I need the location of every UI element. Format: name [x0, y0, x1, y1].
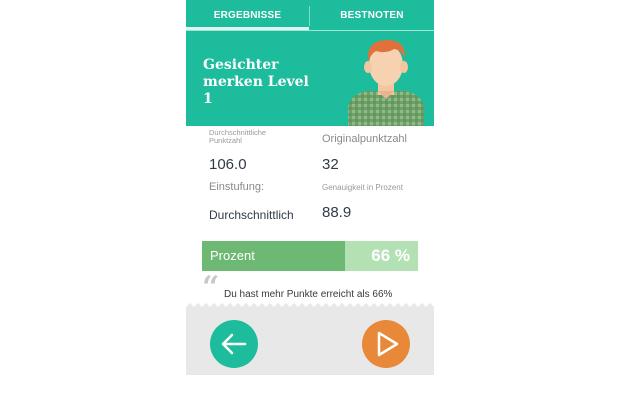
arrow-left-icon [221, 333, 247, 355]
percent-label: Prozent [210, 248, 255, 263]
tab-highscores[interactable]: BESTNOTEN [310, 0, 434, 31]
rating-value: Durchschnittlich [209, 208, 294, 222]
accuracy-label: Genauigkeit in Prozent [322, 183, 403, 192]
percent-bar: Prozent 66 % [202, 241, 418, 271]
game-title: Gesichter merken Level 1 [203, 57, 309, 107]
average-score-value: 106.0 [209, 156, 247, 173]
original-score-value: 32 [322, 156, 339, 173]
app-screen: ERGEBNISSE BESTNOTEN Gesichter merken Le… [186, 0, 434, 375]
tab-bar: ERGEBNISSE BESTNOTEN [186, 0, 434, 31]
accuracy-value: 88.9 [322, 204, 352, 221]
back-button[interactable] [210, 320, 258, 368]
average-score-label: Durchschnittliche Punktzahl [209, 128, 267, 145]
avatar-icon [348, 39, 424, 126]
percent-value: 66 % [371, 246, 410, 265]
rating-label: Einstufung: [209, 181, 265, 193]
zigzag-divider [186, 303, 434, 312]
play-icon [377, 331, 399, 357]
result-message: Du hast mehr Punkte erreicht als 66% [224, 289, 393, 300]
play-button[interactable] [362, 320, 410, 368]
original-score-label: Originalpunktzahl [322, 133, 407, 145]
quote-icon: “ [202, 270, 220, 305]
game-header: Gesichter merken Level 1 [186, 31, 434, 126]
